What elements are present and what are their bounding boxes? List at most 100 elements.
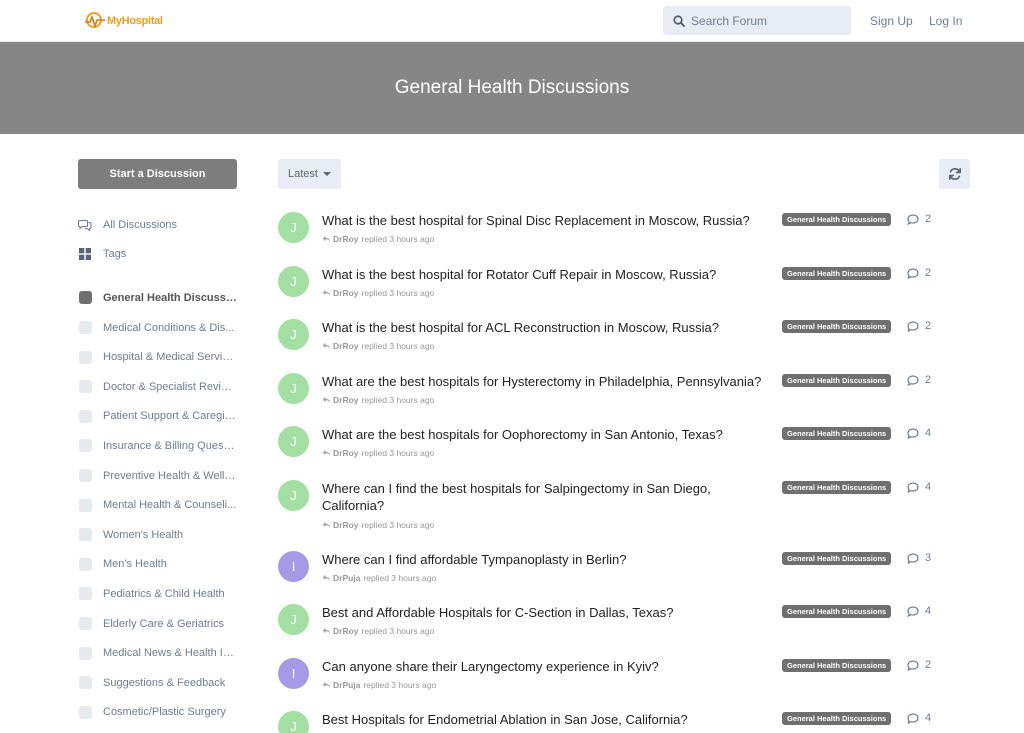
tag-square-icon xyxy=(78,528,92,542)
comment-icon xyxy=(907,605,919,617)
reply-icon xyxy=(322,396,331,404)
user-avatar[interactable]: J xyxy=(278,480,309,511)
discussion-title[interactable]: Where can I find affordable Tympanoplast… xyxy=(322,551,772,568)
sidebar-tag-insurance-billing[interactable]: Insurance & Billing Questi... xyxy=(78,431,238,461)
tag-badge[interactable]: General Health Discussions xyxy=(782,552,892,565)
reply-username[interactable]: DrRoy xyxy=(333,448,359,458)
sidebar-tag-hospital-services[interactable]: Hospital & Medical Services xyxy=(78,342,238,372)
tag-badge[interactable]: General Health Discussions xyxy=(782,213,892,226)
discussion-title[interactable]: Can anyone share their Laryngectomy expe… xyxy=(322,658,772,675)
tag-square-icon xyxy=(78,557,92,571)
heartbeat-logo-icon xyxy=(85,12,105,29)
sidebar-tag-elderly-care[interactable]: Elderly Care & Geriatrics xyxy=(78,609,238,639)
sidebar-tag-doctor-reviews[interactable]: Doctor & Specialist Reviews xyxy=(78,372,238,402)
tag-badge[interactable]: General Health Discussions xyxy=(782,659,892,672)
reply-username[interactable]: DrPuja xyxy=(333,573,360,583)
reply-count-value: 4 xyxy=(925,427,932,439)
sidebar-tag-mental-health[interactable]: Mental Health & Counseli... xyxy=(78,490,238,520)
reply-time: replied 3 hours ago xyxy=(361,234,435,244)
log-in-link[interactable]: Log In xyxy=(929,14,962,28)
discussion-title[interactable]: Best Hospitals for Endometrial Ablation … xyxy=(322,711,772,728)
discussion-title[interactable]: What is the best hospital for ACL Recons… xyxy=(322,319,772,336)
reply-count: 4 xyxy=(907,481,931,493)
tag-badge[interactable]: General Health Discussions xyxy=(782,320,892,333)
discussion-title[interactable]: What is the best hospital for Rotator Cu… xyxy=(322,266,772,283)
reply-username[interactable]: DrRoy xyxy=(333,520,359,530)
sidebar-tag-cosmetic-surgery[interactable]: Cosmetic/Plastic Surgery xyxy=(78,698,238,728)
tag-badge[interactable]: General Health Discussions xyxy=(782,481,892,494)
search-input[interactable] xyxy=(691,13,841,28)
sort-dropdown-button[interactable]: Latest xyxy=(278,159,341,189)
user-avatar[interactable]: J xyxy=(278,373,309,404)
tag-square-icon xyxy=(78,321,92,335)
sign-up-link[interactable]: Sign Up xyxy=(870,14,913,28)
comment-icon xyxy=(907,320,919,332)
reply-username[interactable]: DrRoy xyxy=(333,288,359,298)
tag-badge[interactable]: General Health Discussions xyxy=(782,374,892,387)
discussion-title[interactable]: What is the best hospital for Spinal Dis… xyxy=(322,212,772,229)
discussion-title[interactable]: What are the best hospitals for Hysterec… xyxy=(322,373,772,390)
sidebar-item-label: Insurance & Billing Questi... xyxy=(103,439,237,452)
reply-username[interactable]: DrRoy xyxy=(333,395,359,405)
discussion-title[interactable]: Best and Affordable Hospitals for C-Sect… xyxy=(322,604,772,621)
sidebar-item-label: Medical Conditions & Dis... xyxy=(103,321,235,334)
refresh-button[interactable] xyxy=(939,159,970,189)
user-avatar[interactable]: I xyxy=(278,658,309,689)
reply-username[interactable]: DrPuja xyxy=(333,680,360,690)
comment-icon xyxy=(907,552,919,564)
sidebar-tag-medical-news[interactable]: Medical News & Health In... xyxy=(78,638,238,668)
discussion-title[interactable]: Where can I find the best hospitals for … xyxy=(322,480,772,514)
reply-icon xyxy=(322,681,331,689)
reply-count: 2 xyxy=(907,213,931,225)
user-avatar[interactable]: J xyxy=(278,426,309,457)
sidebar-item-label: Medical News & Health In... xyxy=(103,647,237,660)
reply-count: 4 xyxy=(907,712,931,724)
comment-icon xyxy=(907,427,919,439)
comment-icon xyxy=(907,374,919,386)
reply-username[interactable]: DrRoy xyxy=(333,626,359,636)
search-box[interactable] xyxy=(663,6,851,35)
comment-icon xyxy=(907,712,919,724)
reply-username[interactable]: DrRoy xyxy=(333,234,359,244)
sidebar-tag-mens-health[interactable]: Men's Health xyxy=(78,550,238,580)
sidebar-item-label: Doctor & Specialist Reviews xyxy=(103,380,237,393)
user-avatar[interactable]: J xyxy=(278,266,309,297)
sidebar-tag-womens-health[interactable]: Women's Health xyxy=(78,520,238,550)
user-avatar[interactable]: J xyxy=(278,319,309,350)
tag-badge[interactable]: General Health Discussions xyxy=(782,712,892,725)
grid-icon xyxy=(78,247,92,261)
tag-square-icon xyxy=(78,380,92,394)
reply-count-value: 3 xyxy=(925,552,932,564)
sidebar-tag-general-health[interactable]: General Health Discussi... xyxy=(78,283,238,313)
site-logo[interactable]: MyHospital xyxy=(84,10,163,32)
tag-square-icon xyxy=(78,469,92,483)
comment-icon xyxy=(907,213,919,225)
page-title: General Health Discussions xyxy=(394,77,630,98)
user-avatar[interactable]: J xyxy=(278,604,309,635)
sidebar-tag-patient-support[interactable]: Patient Support & Caregiv... xyxy=(78,402,238,432)
user-avatar[interactable]: I xyxy=(278,551,309,582)
tag-badge[interactable]: General Health Discussions xyxy=(782,267,892,280)
reply-username[interactable]: DrRoy xyxy=(333,341,359,351)
tag-badge[interactable]: General Health Discussions xyxy=(782,427,892,440)
tag-square-icon xyxy=(78,587,92,601)
sidebar-tag-preventive-health[interactable]: Preventive Health & Welln... xyxy=(78,461,238,491)
reply-time: replied 3 hours ago xyxy=(361,520,435,530)
sidebar-item-label: Suggestions & Feedback xyxy=(103,676,226,689)
user-avatar[interactable]: J xyxy=(278,212,309,243)
sidebar-tag-medical-conditions[interactable]: Medical Conditions & Dis... xyxy=(78,313,238,343)
start-discussion-button[interactable]: Start a Discussion xyxy=(78,159,237,189)
sidebar-item-tags[interactable]: Tags xyxy=(78,240,238,270)
sidebar-tag-suggestions[interactable]: Suggestions & Feedback xyxy=(78,668,238,698)
user-avatar[interactable]: J xyxy=(278,711,309,733)
reply-icon xyxy=(322,521,331,529)
reply-time: replied 3 hours ago xyxy=(361,341,435,351)
sidebar-tag-pediatrics[interactable]: Pediatrics & Child Health xyxy=(78,579,238,609)
discussion-meta: DrRoy replied 3 hours ago xyxy=(322,395,434,405)
tag-square-icon xyxy=(78,498,92,512)
sidebar-item-all-discussions[interactable]: All Discussions xyxy=(78,210,238,240)
reply-time: replied 3 hours ago xyxy=(361,288,435,298)
tag-badge[interactable]: General Health Discussions xyxy=(782,605,892,618)
reply-count-value: 2 xyxy=(925,320,932,332)
discussion-title[interactable]: What are the best hospitals for Oophorec… xyxy=(322,426,772,443)
